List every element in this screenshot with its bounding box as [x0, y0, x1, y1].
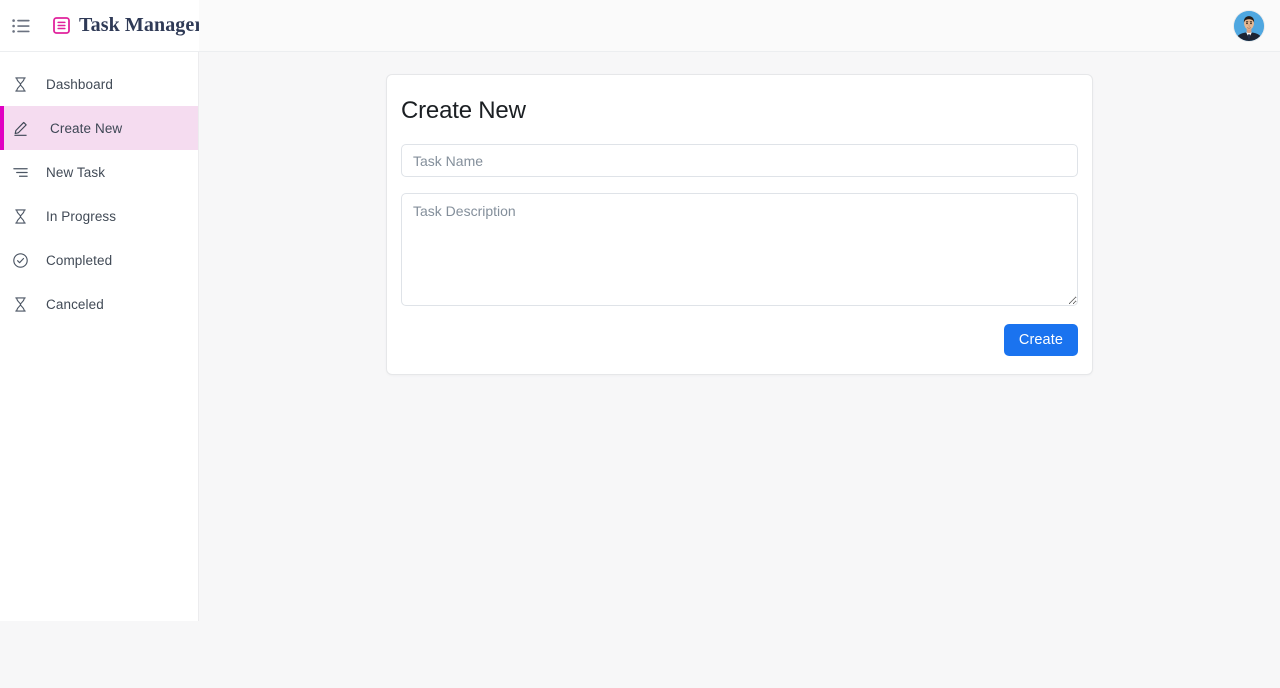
- task-name-input[interactable]: [401, 144, 1078, 177]
- sidebar-item-label: In Progress: [46, 208, 117, 224]
- sidebar-item-canceled[interactable]: Canceled: [0, 282, 198, 326]
- hourglass-icon: [8, 204, 32, 228]
- page-title: Create New: [401, 97, 526, 124]
- sidebar: Dashboard Create New New Task In Progres…: [0, 52, 199, 621]
- sidebar-item-dashboard[interactable]: Dashboard: [0, 62, 198, 106]
- header-brand-area: Task Manager: [0, 0, 203, 51]
- pencil-edit-icon: [8, 116, 32, 140]
- create-task-card: Create New Create: [386, 74, 1093, 375]
- sidebar-item-completed[interactable]: Completed: [0, 238, 198, 282]
- sidebar-item-label: New Task: [46, 164, 106, 180]
- sidebar-item-in-progress[interactable]: In Progress: [0, 194, 198, 238]
- avatar[interactable]: [1234, 10, 1264, 41]
- header-actions: [199, 0, 1280, 51]
- document-list-icon: [53, 17, 70, 34]
- check-circle-icon: [8, 248, 32, 272]
- sidebar-item-new-task[interactable]: New Task: [0, 150, 198, 194]
- sidebar-item-create-new[interactable]: Create New: [0, 106, 198, 150]
- app-title: Task Manager: [79, 14, 204, 36]
- task-description-input[interactable]: [401, 193, 1078, 306]
- brand[interactable]: Task Manager: [53, 14, 203, 37]
- align-lines-icon: [8, 160, 32, 184]
- sidebar-item-label: Dashboard: [46, 76, 113, 92]
- card-actions: Create: [401, 324, 1078, 356]
- hourglass-icon: [8, 72, 32, 96]
- sidebar-item-label: Canceled: [46, 296, 104, 312]
- app-root: Task Manager Dashboard Create New New Ta…: [0, 0, 1280, 688]
- list-menu-icon[interactable]: [12, 13, 30, 39]
- create-button[interactable]: Create: [1003, 324, 1078, 356]
- sidebar-item-label: Create New: [50, 120, 123, 136]
- hourglass-icon: [8, 292, 32, 316]
- main-content: Create New Create: [199, 52, 1280, 688]
- sidebar-item-label: Completed: [46, 252, 113, 268]
- app-header: Task Manager: [0, 0, 1280, 52]
